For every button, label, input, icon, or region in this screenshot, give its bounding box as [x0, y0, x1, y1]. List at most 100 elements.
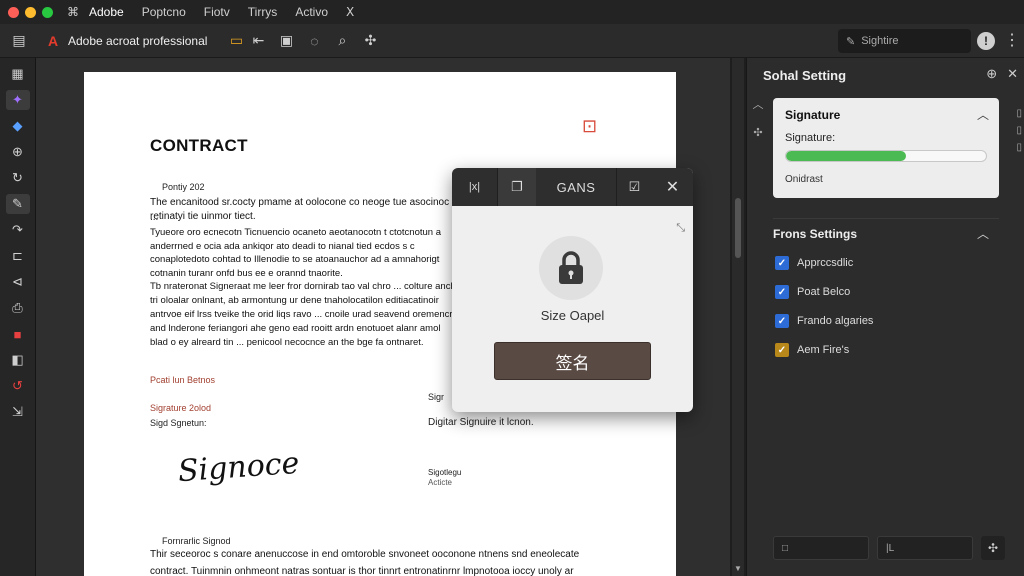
scroll-down-icon[interactable]: ▼ — [734, 564, 742, 573]
bottom-tools-icon[interactable]: ✣ — [981, 536, 1005, 560]
dialog-label: Size Oapel — [540, 308, 605, 323]
left-tool-rail: ▦ ✦ ◆ ⊕ ↻ ✎ ↷ ⊏ ⊲ ⎙ ■ ◧ ↺ ⇲ — [0, 58, 36, 576]
zoom-window-button[interactable] — [42, 6, 53, 18]
pen-icon: ✎ — [846, 35, 856, 48]
edit-tool-icon[interactable]: ✎ — [5, 194, 30, 214]
toolbar: ▤ A Adobe acroat professional ▭ ⇤ ▣ ◌ ⌕ … — [0, 24, 1024, 58]
close-icon[interactable]: ✕ — [1007, 66, 1018, 82]
doc-icon-3[interactable]: ▯ — [1016, 142, 1022, 153]
menu-app[interactable]: Adobe — [89, 5, 124, 19]
refresh-icon[interactable]: ↺ — [6, 376, 30, 396]
scrollbar-thumb[interactable] — [735, 198, 741, 258]
color-swatch-icon[interactable]: ■ — [6, 324, 30, 344]
apple-grid-icon[interactable]: ⌘ — [67, 5, 79, 19]
dialog-close-icon[interactable]: ✕ — [652, 168, 693, 206]
stamp-icon[interactable]: ⊲ — [6, 272, 30, 292]
signature-progress-fill — [786, 151, 906, 161]
info-icon[interactable]: ! — [977, 32, 995, 50]
attach-icon[interactable]: ⎙ — [6, 298, 30, 318]
footer-signed-label: Fornrarlic Signod — [162, 536, 231, 546]
signature-progress-bar — [785, 150, 987, 162]
signature-card-sub: Onidrast — [785, 174, 823, 185]
mid-signature-label: Sigr — [428, 392, 445, 402]
handwritten-signature: Signoce — [176, 445, 301, 490]
thumbnail-icon[interactable]: ▦ — [6, 64, 30, 84]
app-title: Adobe acroat professional — [68, 33, 208, 48]
search-icon[interactable]: ⌕ — [331, 30, 353, 52]
redo-icon[interactable]: ↷ — [6, 220, 30, 240]
menu-item-1[interactable]: Poptcno — [142, 5, 186, 19]
dialog-tab-active[interactable]: GANS — [536, 168, 616, 206]
paragraph-3: Tb nrateronat Signeraat me leer fror dor… — [150, 281, 460, 348]
option-1-label: Apprccsdlic — [797, 257, 854, 269]
collapse-up-icon[interactable]: ︿ — [751, 96, 765, 112]
collapse-icon[interactable]: ⤡ — [676, 222, 685, 235]
settings-panel: Sohal Setting ⊕ ✕ ︿ ✣ ▯ ▯ ▯ Signature ︿ … — [746, 58, 1024, 576]
lock-icon — [539, 236, 603, 300]
dialog-tab-1[interactable]: |x| — [452, 168, 498, 206]
sign-button[interactable]: 签名 — [494, 342, 651, 380]
check-icon[interactable]: ☑ — [616, 168, 652, 206]
chevron-up-icon[interactable]: ︿ — [977, 106, 989, 123]
crop-icon[interactable]: ⊏ — [6, 246, 30, 266]
contrast-icon[interactable]: ◧ — [6, 350, 30, 370]
sign-search-label: Sightire — [861, 35, 899, 47]
layer-icon[interactable]: ◆ — [6, 116, 30, 136]
document-title: CONTRACT — [150, 136, 248, 155]
document-scrollbar[interactable]: ▼ — [732, 58, 744, 576]
more-options-icon[interactable]: ⋮ — [1004, 30, 1020, 50]
doc-icon[interactable]: ▯ — [1016, 108, 1022, 119]
bottom-field[interactable]: |L — [877, 536, 973, 560]
panel-bottom-controls: □ |L ✣ — [773, 536, 1005, 560]
colorize-tool-icon[interactable]: ✦ — [5, 90, 30, 110]
checkbox-2[interactable]: ✓ — [775, 285, 789, 299]
digital-signature-label: Digitar Signuire it lcnon. — [428, 417, 534, 428]
zoom-tool-icon[interactable]: ⊕ — [6, 142, 30, 162]
panel-side-icons-right: ▯ ▯ ▯ — [1016, 108, 1022, 159]
signature-field-label: Sigd Sgnetun: — [150, 418, 207, 428]
pan-tool-icon[interactable]: ✣ — [359, 30, 381, 52]
option-2-label: Poat Belco — [797, 286, 851, 298]
menu-item-4[interactable]: Activo — [295, 5, 328, 19]
panel-header-icons: ⊕ ✕ — [986, 66, 1018, 82]
signature-card-label: Signature: — [785, 132, 836, 144]
highlight-icon[interactable]: ▭ — [225, 30, 247, 52]
doc-icon-2[interactable]: ▯ — [1016, 125, 1022, 136]
checkbox-3[interactable]: ✓ — [775, 314, 789, 328]
menu-item-5[interactable]: Ⅹ — [346, 5, 354, 19]
bottom-line-2: contract. Tuinmnin onhmeont natras sontu… — [150, 566, 574, 576]
menu-item-3[interactable]: Tirrys — [248, 5, 278, 19]
sidebar-toggle-icon[interactable]: ▤ — [8, 30, 30, 52]
camera-icon[interactable]: ⊡ — [582, 116, 606, 138]
copy-icon[interactable]: ❐ — [498, 168, 536, 206]
dialog-tabbar: |x| ❐ GANS ☑ ✕ — [452, 168, 693, 206]
globe-icon[interactable]: ⊕ — [986, 66, 997, 82]
bottom-dropdown[interactable]: □ — [773, 536, 869, 560]
option-4[interactable]: ✓ Aem Fire's — [775, 343, 849, 357]
rotate-icon[interactable]: ↻ — [6, 168, 30, 188]
minimize-window-button[interactable] — [25, 6, 36, 18]
window-controls — [8, 6, 53, 18]
option-3-label: Frando algaries — [797, 315, 874, 327]
option-2[interactable]: ✓ Poat Belco — [775, 285, 850, 299]
panel-side-icons: ︿ ✣ — [751, 96, 765, 153]
option-1[interactable]: ✓ Apprccsdlic — [775, 256, 853, 270]
undo-arrow-icon[interactable]: ⇤ — [247, 30, 269, 52]
chevron-up-icon[interactable]: ︿ — [977, 225, 989, 242]
sign-search-field[interactable]: ✎ Sightire — [838, 29, 971, 53]
comment-icon[interactable]: ◌ — [303, 30, 325, 52]
acrobat-logo-icon: A — [47, 32, 59, 49]
signature-heading: Sigrature 2olod — [150, 403, 212, 413]
export-icon[interactable]: ⇲ — [6, 402, 30, 422]
form-settings-header[interactable]: Frons Settings ︿ — [773, 218, 999, 244]
close-window-button[interactable] — [8, 6, 19, 18]
checkbox-4[interactable]: ✓ — [775, 343, 789, 357]
bottom-line-1: Thir seceoroc s conare anenuccose in end… — [150, 549, 580, 560]
checkbox-1[interactable]: ✓ — [775, 256, 789, 270]
save-icon[interactable]: ▣ — [275, 30, 297, 52]
menu-item-2[interactable]: Fiotv — [204, 5, 230, 19]
paragraph-2: Tyueore oro ecnecotn Ticnuencio ocaneto … — [150, 227, 442, 279]
menubar: ⌘ Adobe Poptcno Fiotv Tirrys Activo Ⅹ — [0, 0, 1024, 24]
option-3[interactable]: ✓ Frando algaries — [775, 314, 873, 328]
tools-icon[interactable]: ✣ — [751, 126, 765, 139]
